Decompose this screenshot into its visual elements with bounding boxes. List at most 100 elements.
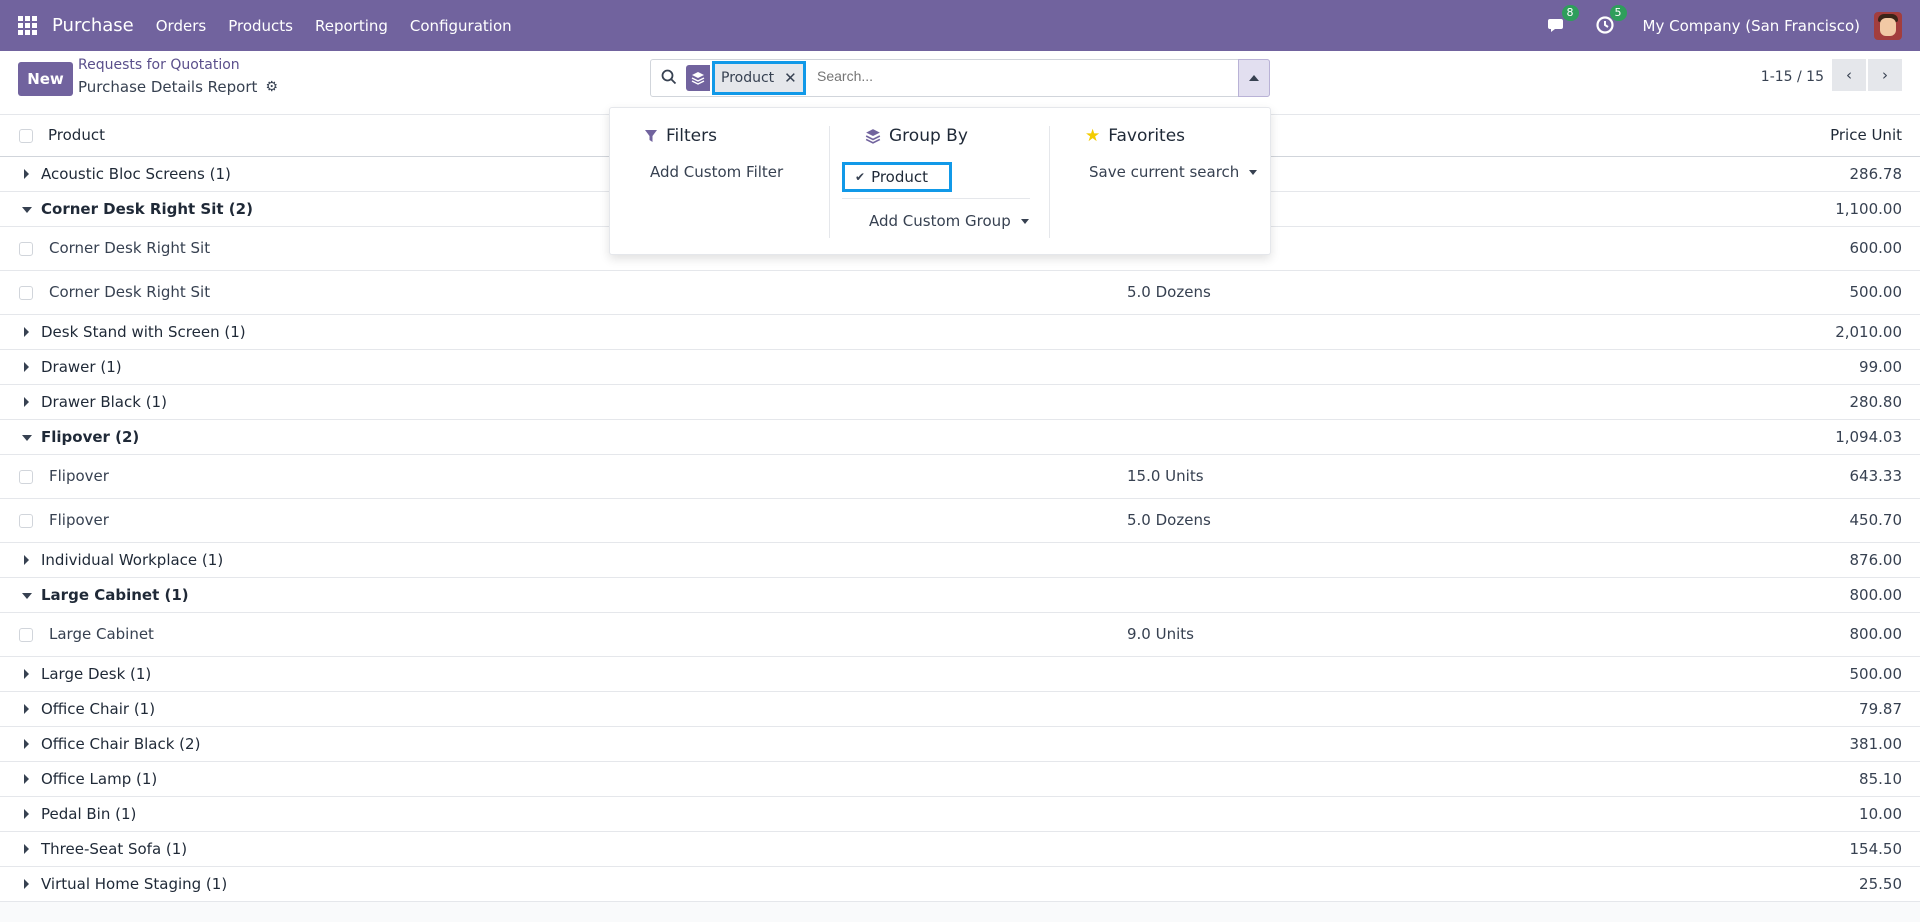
group-price-unit: 286.78 bbox=[1849, 165, 1903, 183]
group-row[interactable]: Individual Workplace (1) 876.00 bbox=[0, 543, 1920, 578]
group-row[interactable]: Large Cabinet (1) 800.00 bbox=[0, 578, 1920, 613]
record-quantity: 9.0 Units bbox=[1127, 625, 1194, 643]
group-price-unit: 1,094.03 bbox=[1835, 428, 1902, 446]
group-row[interactable]: Three-Seat Sofa (1) 154.50 bbox=[0, 832, 1920, 867]
group-price-unit: 1,100.00 bbox=[1835, 200, 1902, 218]
pager-previous[interactable]: ‹ bbox=[1832, 59, 1866, 91]
save-current-search[interactable]: Save current search bbox=[1089, 163, 1258, 181]
record-product: Corner Desk Right Sit bbox=[49, 283, 211, 301]
caret-right-icon bbox=[24, 169, 29, 179]
groupby-section: Group By bbox=[865, 126, 968, 146]
row-checkbox[interactable] bbox=[19, 514, 33, 528]
caret-down-icon bbox=[22, 435, 32, 441]
nav-products[interactable]: Products bbox=[228, 17, 293, 35]
table-row[interactable]: Corner Desk Right Sit 5.0 Dozens 500.00 bbox=[0, 271, 1920, 315]
group-row[interactable]: Drawer Black (1) 280.80 bbox=[0, 385, 1920, 420]
group-row[interactable]: Large Desk (1) 500.00 bbox=[0, 657, 1920, 692]
group-row[interactable]: Desk Stand with Screen (1) 2,010.00 bbox=[0, 315, 1920, 350]
group-price-unit: 154.50 bbox=[1849, 840, 1903, 858]
caret-down-icon bbox=[1020, 219, 1029, 224]
chevron-right-icon: › bbox=[1882, 66, 1888, 84]
user-avatar[interactable] bbox=[1874, 11, 1902, 40]
record-product: Flipover bbox=[49, 467, 109, 485]
gear-icon[interactable]: ⚙ bbox=[265, 79, 278, 95]
filter-icon bbox=[645, 130, 657, 142]
activities-button[interactable]: 5 bbox=[1595, 4, 1627, 37]
group-price-unit: 381.00 bbox=[1849, 735, 1903, 753]
chevron-left-icon: ‹ bbox=[1846, 66, 1852, 84]
filters-title: Filters bbox=[666, 126, 717, 146]
groupby-product-option[interactable]: ✔ Product bbox=[842, 162, 952, 192]
add-custom-filter[interactable]: Add Custom Filter bbox=[650, 163, 783, 181]
layers-icon bbox=[865, 129, 881, 144]
row-checkbox[interactable] bbox=[19, 242, 33, 256]
search-panel-dropdown: Filters Add Custom Filter Group By ✔ Pro… bbox=[609, 107, 1271, 255]
favorites-section: ★ Favorites bbox=[1085, 126, 1185, 146]
table-row[interactable]: Flipover 5.0 Dozens 450.70 bbox=[0, 499, 1920, 543]
nav-orders[interactable]: Orders bbox=[156, 17, 206, 35]
nav-configuration[interactable]: Configuration bbox=[410, 17, 512, 35]
group-row[interactable]: Virtual Home Staging (1) 25.50 bbox=[0, 867, 1920, 902]
table-row[interactable]: Large Cabinet 9.0 Units 800.00 bbox=[0, 613, 1920, 657]
group-label: Individual Workplace (1) bbox=[41, 551, 224, 569]
group-label: Large Cabinet (1) bbox=[41, 586, 189, 604]
group-price-unit: 99.00 bbox=[1859, 358, 1902, 376]
groupby-title: Group By bbox=[889, 126, 968, 146]
add-custom-group[interactable]: Add Custom Group bbox=[869, 212, 1029, 230]
group-price-unit: 10.00 bbox=[1859, 805, 1902, 823]
star-icon: ★ bbox=[1085, 126, 1101, 146]
group-price-unit: 800.00 bbox=[1849, 586, 1903, 604]
group-row[interactable]: Pedal Bin (1) 10.00 bbox=[0, 797, 1920, 832]
caret-right-icon bbox=[24, 555, 29, 565]
table-row[interactable]: Flipover 15.0 Units 643.33 bbox=[0, 455, 1920, 499]
filters-section: Filters bbox=[644, 126, 717, 146]
record-price-unit: 600.00 bbox=[1849, 239, 1903, 257]
group-price-unit: 280.80 bbox=[1849, 393, 1903, 411]
caret-right-icon bbox=[24, 397, 29, 407]
caret-right-icon bbox=[24, 844, 29, 854]
column-header-product[interactable]: Product bbox=[48, 126, 105, 144]
layers-icon bbox=[686, 65, 710, 91]
group-label: Three-Seat Sofa (1) bbox=[41, 840, 188, 858]
search-input[interactable] bbox=[817, 68, 1217, 84]
record-product: Large Cabinet bbox=[49, 625, 154, 643]
group-row[interactable]: Office Chair (1) 79.87 bbox=[0, 692, 1920, 727]
caret-right-icon bbox=[24, 879, 29, 889]
search-options-toggle[interactable] bbox=[1238, 59, 1270, 97]
nav-reporting[interactable]: Reporting bbox=[315, 17, 388, 35]
record-quantity: 5.0 Dozens bbox=[1127, 283, 1211, 301]
app-menu-icon[interactable] bbox=[18, 15, 38, 36]
messages-button[interactable]: 8 bbox=[1547, 4, 1579, 37]
group-label: Pedal Bin (1) bbox=[41, 805, 137, 823]
caret-up-icon bbox=[1249, 75, 1259, 81]
group-label: Office Chair (1) bbox=[41, 700, 156, 718]
new-button[interactable]: New bbox=[18, 62, 73, 96]
group-row[interactable]: Flipover (2) 1,094.03 bbox=[0, 420, 1920, 455]
group-label: Drawer Black (1) bbox=[41, 393, 167, 411]
remove-facet-icon[interactable]: ✕ bbox=[784, 69, 797, 87]
group-label: Office Lamp (1) bbox=[41, 770, 158, 788]
pager-next[interactable]: › bbox=[1868, 59, 1902, 91]
group-row[interactable]: Office Chair Black (2) 381.00 bbox=[0, 727, 1920, 762]
record-product: Corner Desk Right Sit bbox=[49, 239, 211, 257]
caret-right-icon bbox=[24, 669, 29, 679]
app-name[interactable]: Purchase bbox=[52, 15, 134, 36]
group-row[interactable]: Office Lamp (1) 85.10 bbox=[0, 762, 1920, 797]
group-row[interactable]: Drawer (1) 99.00 bbox=[0, 350, 1920, 385]
select-all-checkbox[interactable] bbox=[19, 129, 33, 143]
search-bar: Product ✕ bbox=[650, 59, 1270, 97]
row-checkbox[interactable] bbox=[19, 286, 33, 300]
record-product: Flipover bbox=[49, 511, 109, 529]
breadcrumb-parent[interactable]: Requests for Quotation bbox=[78, 57, 240, 73]
column-header-price-unit[interactable]: Price Unit bbox=[1830, 126, 1902, 144]
list-body: Acoustic Bloc Screens (1) 286.78 Corner De… bbox=[0, 157, 1920, 902]
groupby-product-label: Product bbox=[871, 168, 929, 186]
company-switcher[interactable]: My Company (San Francisco) bbox=[1643, 17, 1860, 35]
group-label: Corner Desk Right Sit (2) bbox=[41, 200, 253, 218]
search-icon[interactable] bbox=[661, 69, 677, 85]
row-checkbox[interactable] bbox=[19, 628, 33, 642]
caret-down-icon bbox=[1249, 170, 1258, 175]
row-checkbox[interactable] bbox=[19, 470, 33, 484]
pager-value[interactable]: 1-15 / 15 bbox=[1761, 69, 1824, 85]
facet-label: Product bbox=[721, 70, 775, 86]
